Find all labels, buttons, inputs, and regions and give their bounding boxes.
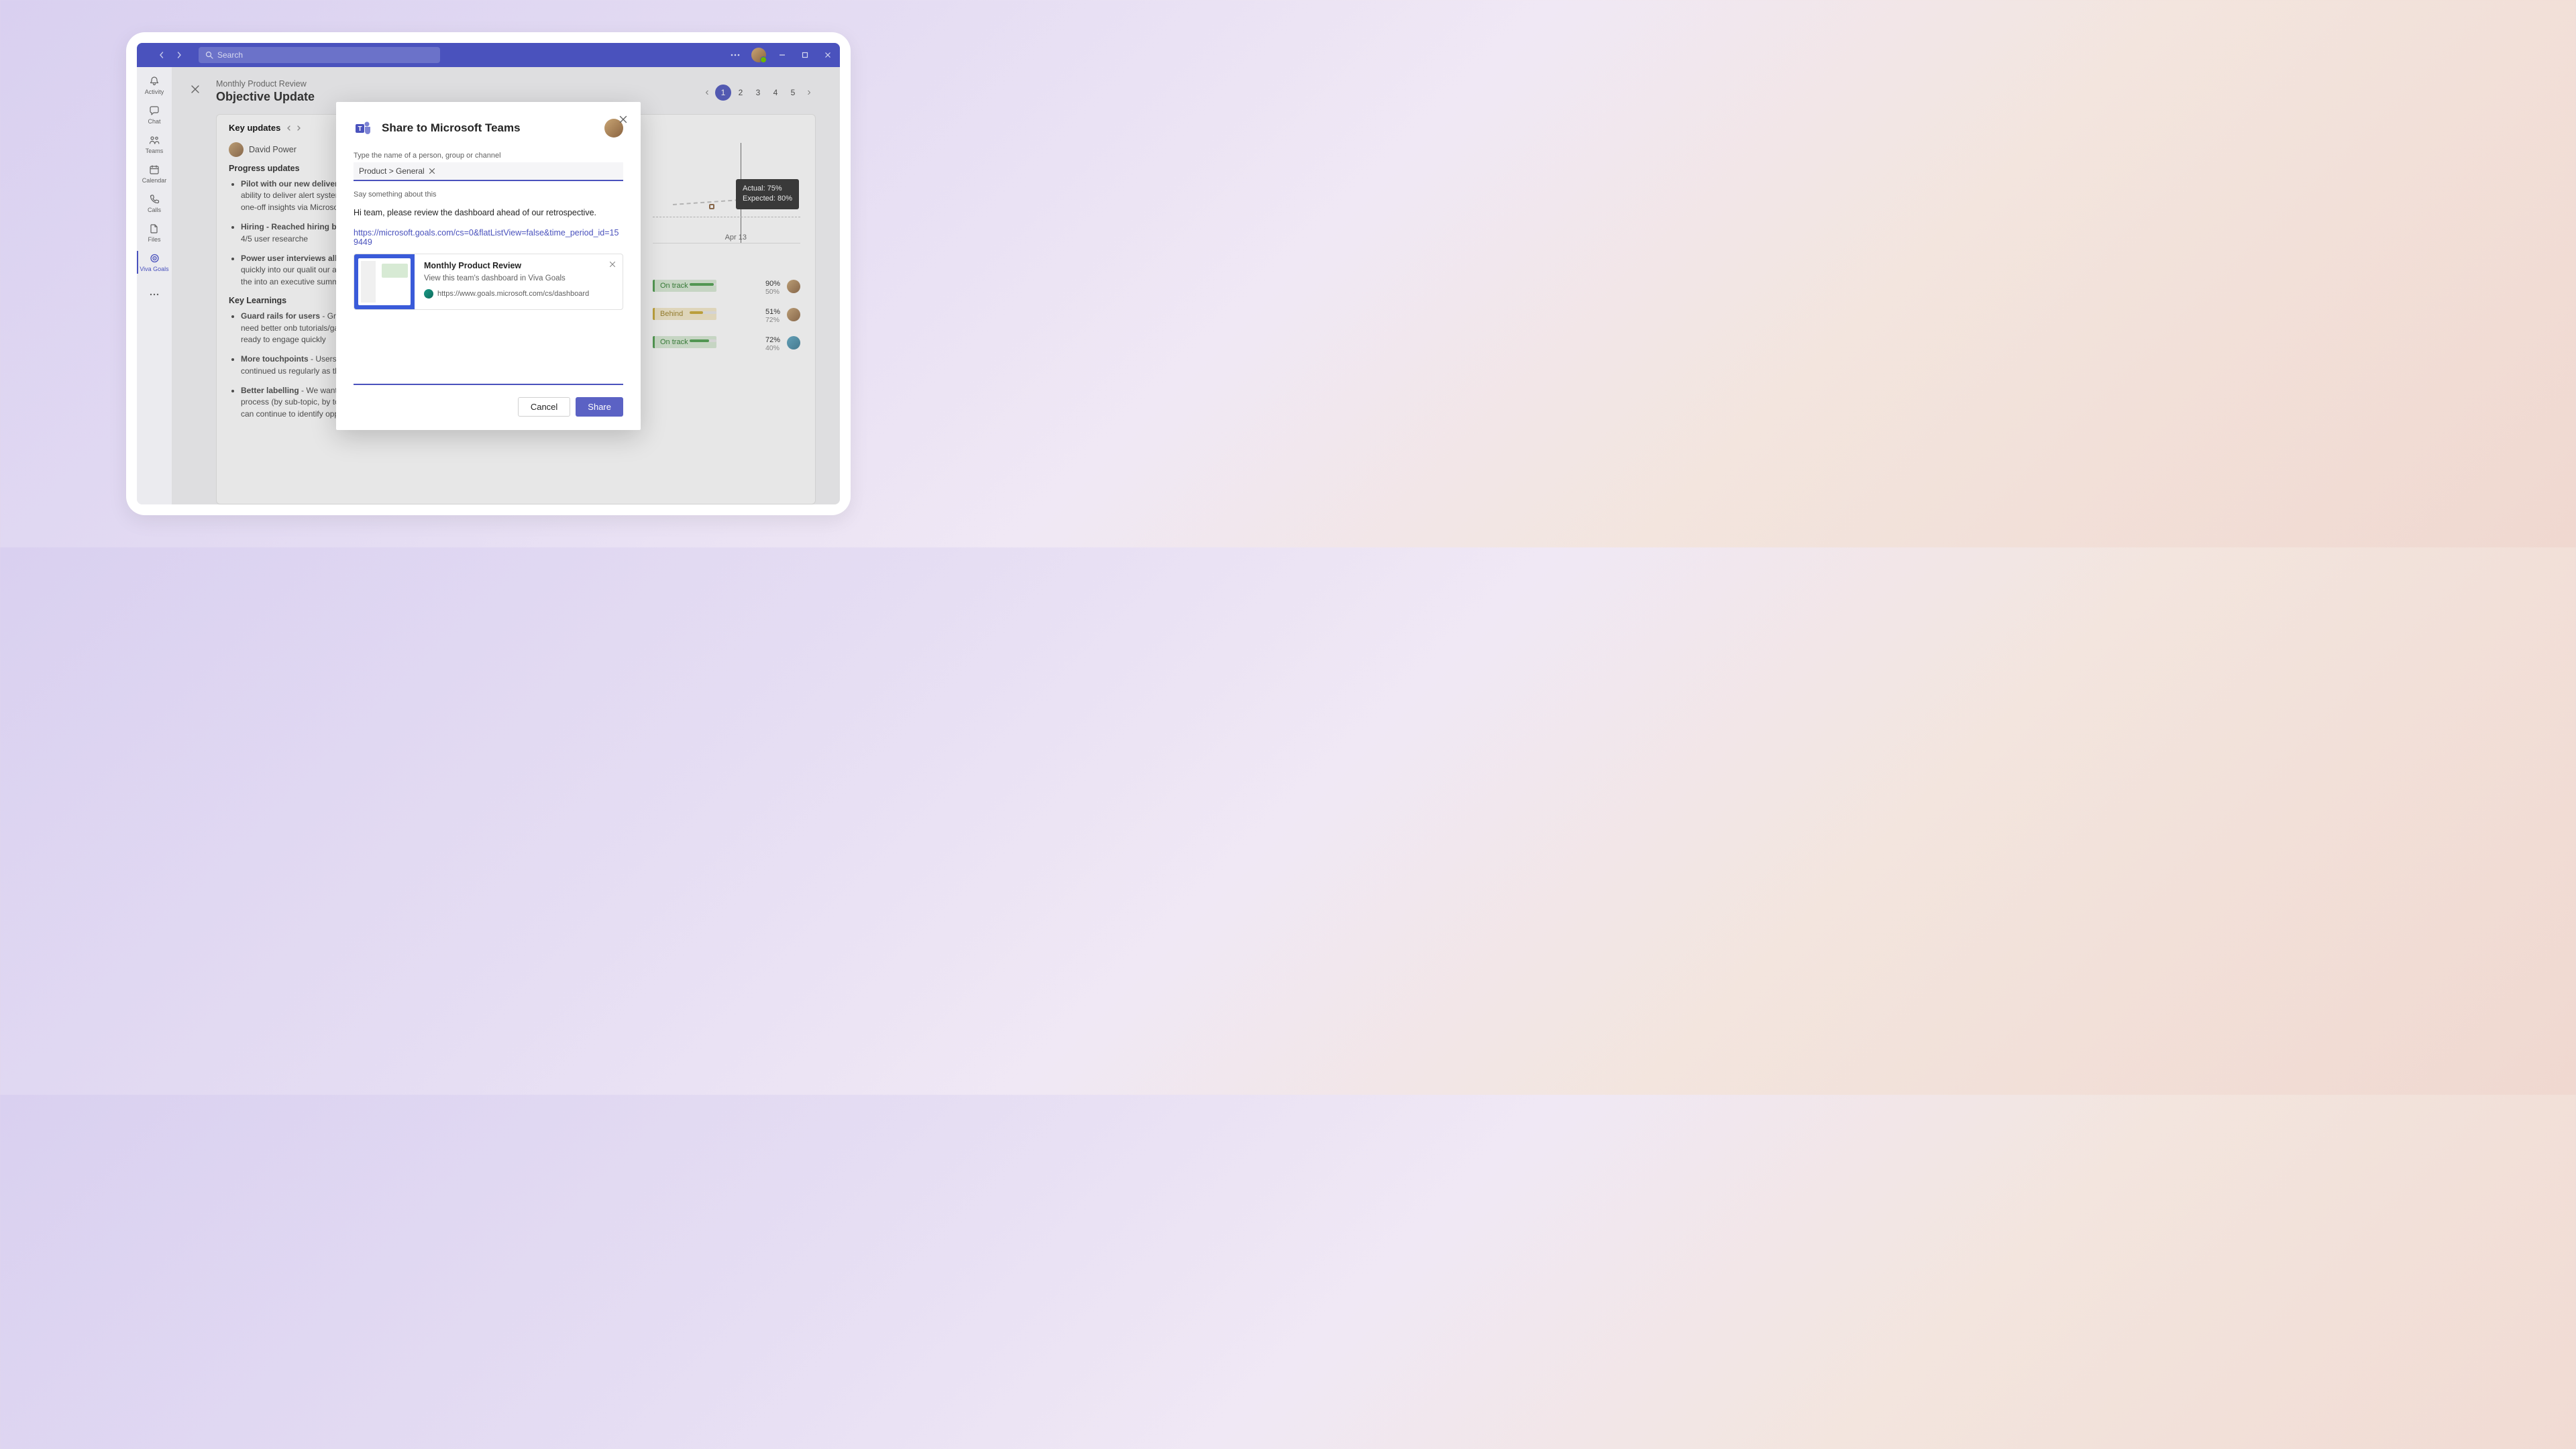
status-badge: On track bbox=[653, 336, 716, 348]
page-5-button[interactable]: 5 bbox=[785, 85, 801, 101]
goal-row[interactable]: On track 90% 50% bbox=[653, 280, 800, 296]
sidebar-item-teams[interactable]: Teams bbox=[137, 130, 172, 158]
chat-icon bbox=[148, 105, 160, 117]
link-preview-card: Monthly Product Review View this team's … bbox=[354, 254, 623, 310]
svg-text:T: T bbox=[358, 125, 362, 133]
remove-chip-button[interactable] bbox=[429, 168, 435, 174]
sidebar-item-more[interactable] bbox=[137, 280, 172, 309]
progress-chart: Actual: 75% Expected: 80% Apr 13 bbox=[653, 143, 800, 244]
goal-sub-pct: 72% bbox=[765, 316, 780, 324]
nav-back-button[interactable] bbox=[153, 46, 170, 64]
recipient-input[interactable]: Product > General bbox=[354, 162, 623, 181]
pagination: ‹ 1 2 3 4 5 › bbox=[700, 85, 816, 101]
sidebar-item-label: Files bbox=[148, 236, 160, 243]
status-badge: On track bbox=[653, 280, 716, 292]
section-prev-button[interactable] bbox=[286, 125, 292, 131]
teams-icon bbox=[148, 134, 160, 146]
page-4-button[interactable]: 4 bbox=[767, 85, 784, 101]
sidebar-item-viva-goals[interactable]: Viva Goals bbox=[137, 248, 172, 276]
author-avatar bbox=[229, 142, 244, 157]
sidebar-item-label: Chat bbox=[148, 118, 160, 125]
tooltip-expected: Expected: 80% bbox=[743, 194, 792, 204]
more-button[interactable] bbox=[729, 48, 742, 62]
phone-icon bbox=[148, 193, 160, 205]
sidebar-item-calendar[interactable]: Calendar bbox=[137, 160, 172, 188]
minimize-button[interactable] bbox=[775, 48, 789, 62]
sidebar-item-chat[interactable]: Chat bbox=[137, 101, 172, 129]
message-link[interactable]: https://microsoft.goals.com/cs=0&flatLis… bbox=[354, 228, 623, 247]
goal-row[interactable]: Behind 51% 72% bbox=[653, 308, 800, 324]
recipient-field-label: Type the name of a person, group or chan… bbox=[354, 152, 623, 160]
owner-avatar bbox=[787, 336, 800, 350]
page-3-button[interactable]: 3 bbox=[750, 85, 766, 101]
nav-forward-button[interactable] bbox=[170, 46, 188, 64]
tooltip-actual: Actual: 75% bbox=[743, 184, 792, 194]
sidebar-item-label: Activity bbox=[145, 89, 164, 95]
file-icon bbox=[148, 223, 160, 235]
owner-avatar bbox=[787, 308, 800, 321]
page-1-button[interactable]: 1 bbox=[715, 85, 731, 101]
recipient-chip: Product > General bbox=[359, 166, 425, 176]
message-textarea[interactable]: Hi team, please review the dashboard ahe… bbox=[354, 201, 623, 385]
preview-description: View this team's dashboard in Viva Goals bbox=[424, 274, 613, 282]
page-prev-button[interactable]: ‹ bbox=[700, 87, 714, 99]
sidebar: Activity Chat Teams Calendar Calls bbox=[137, 67, 172, 504]
goal-main-pct: 51% bbox=[765, 308, 780, 316]
maximize-button[interactable] bbox=[798, 48, 812, 62]
section-next-button[interactable] bbox=[295, 125, 302, 131]
goal-row[interactable]: On track 72% 40% bbox=[653, 336, 800, 352]
sidebar-item-label: Calendar bbox=[142, 177, 167, 184]
profile-avatar[interactable] bbox=[751, 48, 766, 62]
viva-goals-icon bbox=[148, 252, 160, 264]
goal-main-pct: 90% bbox=[765, 280, 780, 288]
page-next-button[interactable]: › bbox=[802, 87, 816, 99]
modal-title: Share to Microsoft Teams bbox=[382, 121, 521, 135]
close-window-button[interactable] bbox=[821, 48, 835, 62]
device-frame: Activity Chat Teams Calendar Calls bbox=[126, 32, 851, 515]
author-name: David Power bbox=[249, 145, 297, 154]
search-box[interactable] bbox=[199, 47, 440, 63]
titlebar bbox=[137, 43, 840, 67]
viva-icon bbox=[424, 289, 433, 299]
message-text: Hi team, please review the dashboard ahe… bbox=[354, 208, 623, 217]
remove-preview-button[interactable] bbox=[609, 261, 616, 268]
share-button[interactable]: Share bbox=[576, 397, 623, 417]
sidebar-item-label: Viva Goals bbox=[140, 266, 168, 272]
preview-thumbnail bbox=[354, 254, 415, 309]
modal-close-button[interactable] bbox=[619, 115, 627, 123]
page-2-button[interactable]: 2 bbox=[733, 85, 749, 101]
bell-icon bbox=[148, 75, 160, 87]
close-panel-button[interactable] bbox=[191, 85, 200, 94]
chart-x-label: Apr 13 bbox=[725, 233, 747, 241]
progress-bar bbox=[690, 283, 716, 286]
calendar-icon bbox=[148, 164, 160, 176]
app-window: Activity Chat Teams Calendar Calls bbox=[137, 43, 840, 504]
sidebar-item-activity[interactable]: Activity bbox=[137, 71, 172, 99]
goal-sub-pct: 50% bbox=[765, 288, 780, 296]
progress-bar bbox=[690, 311, 716, 314]
message-field-label: Say something about this bbox=[354, 191, 623, 199]
ellipsis-icon bbox=[148, 288, 160, 301]
sidebar-item-calls[interactable]: Calls bbox=[137, 189, 172, 217]
search-input[interactable] bbox=[217, 50, 433, 60]
sidebar-item-files[interactable]: Files bbox=[137, 219, 172, 247]
status-badge: Behind bbox=[653, 308, 716, 320]
sidebar-item-label: Teams bbox=[146, 148, 164, 154]
sidebar-item-label: Calls bbox=[148, 207, 161, 213]
search-icon bbox=[205, 51, 213, 59]
goal-sub-pct: 40% bbox=[765, 344, 780, 352]
card-section-title: Key updates bbox=[229, 123, 280, 133]
cancel-button[interactable]: Cancel bbox=[518, 397, 570, 417]
teams-logo-icon: T bbox=[354, 118, 374, 138]
goal-main-pct: 72% bbox=[765, 336, 780, 344]
preview-title: Monthly Product Review bbox=[424, 261, 613, 270]
preview-url: https://www.goals.microsoft.com/cs/dashb… bbox=[437, 290, 589, 298]
chart-tooltip: Actual: 75% Expected: 80% bbox=[736, 179, 799, 209]
owner-avatar bbox=[787, 280, 800, 293]
progress-bar bbox=[690, 339, 716, 342]
share-modal: T Share to Microsoft Teams Type the name… bbox=[336, 102, 641, 430]
